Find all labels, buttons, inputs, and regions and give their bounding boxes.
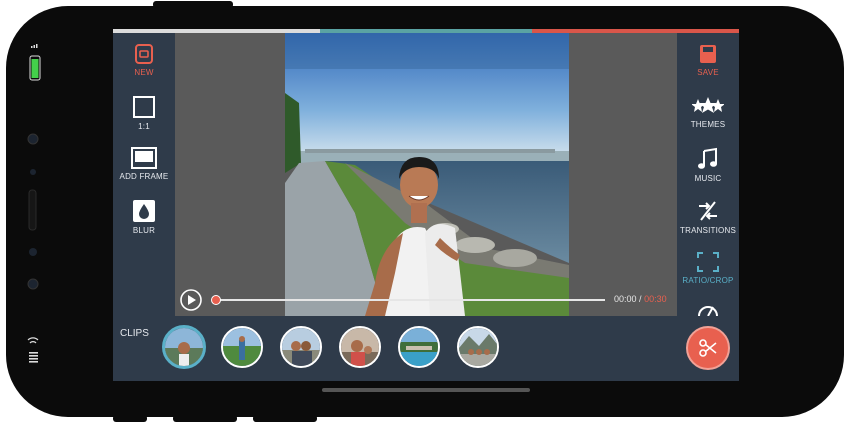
blur-label: BLUR bbox=[132, 226, 156, 235]
ratio-1-1-button[interactable]: 1:1 bbox=[113, 95, 175, 131]
clip-thumbnail[interactable] bbox=[457, 326, 499, 368]
video-preview[interactable] bbox=[175, 33, 677, 316]
clip-thumbnail[interactable] bbox=[339, 326, 381, 368]
transitions-icon bbox=[699, 201, 717, 221]
total-time: 00:30 bbox=[644, 294, 667, 304]
battery-icon bbox=[29, 55, 41, 81]
left-toolbar: NEW 1:1 ADD FRAME BLUR bbox=[113, 33, 175, 316]
new-button[interactable]: NEW bbox=[113, 43, 175, 77]
save-button[interactable]: SAVE bbox=[677, 43, 739, 77]
music-note-icon bbox=[698, 147, 717, 169]
current-time: 00:00 bbox=[614, 294, 637, 304]
play-icon bbox=[188, 295, 196, 305]
camera-lens-icon bbox=[27, 133, 39, 145]
app-screen: 00:00 / 00:30 NEW 1:1 ADD FRAME BLUR SAV… bbox=[113, 29, 739, 381]
home-indicator bbox=[322, 388, 530, 392]
phone-top-button bbox=[153, 1, 233, 8]
clip-thumbnail[interactable] bbox=[398, 326, 440, 368]
status-bar bbox=[27, 44, 41, 363]
signal-icon bbox=[31, 44, 38, 48]
blur-drop-icon bbox=[133, 200, 155, 222]
themes-label: THEMES bbox=[690, 120, 726, 129]
video-frame-image bbox=[285, 33, 569, 316]
clip-thumbnail[interactable] bbox=[221, 326, 263, 368]
clip-thumbnail[interactable] bbox=[280, 326, 322, 368]
save-label: SAVE bbox=[697, 68, 719, 77]
themes-stars-icon bbox=[692, 97, 724, 113]
signal-bars-icon bbox=[29, 352, 38, 363]
phone-volume-down bbox=[253, 415, 317, 422]
square-icon bbox=[133, 96, 155, 118]
add-frame-label: ADD FRAME bbox=[119, 172, 169, 181]
add-frame-button[interactable]: ADD FRAME bbox=[113, 147, 175, 181]
ratio-crop-button[interactable]: RATIO/CROP bbox=[677, 251, 739, 285]
transitions-button[interactable]: TRANSITIONS bbox=[677, 199, 739, 235]
cut-clip-button[interactable] bbox=[686, 326, 730, 370]
speed-icon bbox=[698, 306, 718, 316]
new-label: NEW bbox=[134, 68, 154, 77]
wifi-icon bbox=[27, 337, 39, 344]
transitions-label: TRANSITIONS bbox=[680, 226, 736, 235]
frame-icon bbox=[131, 147, 157, 169]
phone-volume-up bbox=[173, 415, 237, 422]
playback-bar: 00:00 / 00:30 bbox=[175, 284, 677, 316]
clip-thumbnail[interactable] bbox=[162, 325, 206, 369]
play-button[interactable] bbox=[180, 289, 202, 311]
themes-button[interactable]: THEMES bbox=[677, 95, 739, 129]
seek-track[interactable] bbox=[215, 299, 605, 301]
save-icon bbox=[700, 45, 716, 63]
right-toolbar: SAVE THEMES MUSIC TRANSITIONS RATIO/CROP bbox=[677, 33, 739, 316]
music-button[interactable]: MUSIC bbox=[677, 147, 739, 183]
blur-button[interactable]: BLUR bbox=[113, 199, 175, 235]
scissors-icon bbox=[699, 339, 717, 357]
time-separator: / bbox=[639, 294, 642, 304]
ratio-1-1-label: 1:1 bbox=[138, 122, 150, 131]
clips-label: CLIPS bbox=[120, 328, 149, 339]
music-label: MUSIC bbox=[694, 174, 722, 183]
clips-strip: CLIPS bbox=[113, 316, 739, 381]
crop-icon bbox=[697, 252, 719, 272]
seek-handle[interactable] bbox=[211, 295, 221, 305]
phone-bottom-button bbox=[113, 415, 147, 422]
time-display: 00:00 / 00:30 bbox=[614, 294, 667, 304]
ratio-crop-label: RATIO/CROP bbox=[682, 276, 734, 285]
new-project-icon bbox=[135, 44, 153, 64]
